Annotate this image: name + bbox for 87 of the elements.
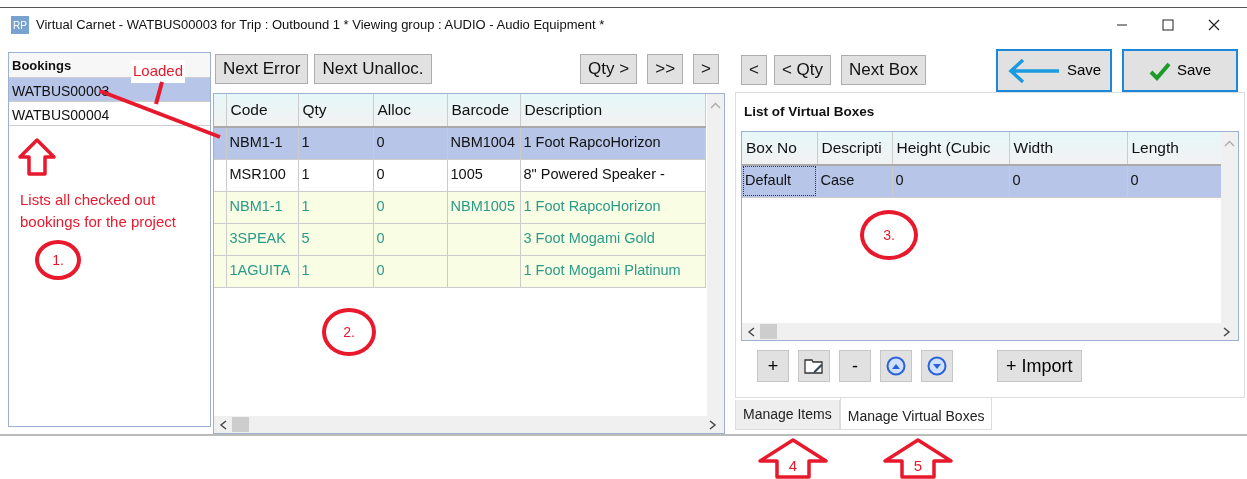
- table-cell: 1: [298, 127, 373, 159]
- table-cell: NBM1005: [447, 191, 520, 223]
- table-cell: Default: [742, 165, 817, 197]
- up-arrow-icon: [882, 437, 954, 479]
- scroll-left-icon: [218, 418, 228, 431]
- table-cell: 1 Foot RapcoHorizon: [520, 127, 705, 159]
- table-cell: 8" Powered Speaker -: [520, 159, 705, 191]
- toolbar-button[interactable]: [921, 350, 953, 382]
- toolbar-button[interactable]: [798, 350, 830, 382]
- move-down-icon: [927, 356, 947, 376]
- annotation-marker: 3.: [860, 210, 918, 260]
- column-header[interactable]: Barcode: [447, 94, 520, 127]
- annotation-label: Loaded: [131, 60, 186, 83]
- table-cell: 0: [373, 159, 447, 191]
- table-cell: 1: [298, 159, 373, 191]
- toolbar-button[interactable]: >: [693, 54, 719, 84]
- column-header[interactable]: Alloc: [373, 94, 447, 127]
- table-cell: MSR100: [226, 159, 298, 191]
- table-cell: 0: [373, 127, 447, 159]
- table-cell: NBM1004: [447, 127, 520, 159]
- toolbar-button[interactable]: Next Unalloc.: [314, 54, 432, 84]
- toolbar-button[interactable]: < Qty: [773, 55, 832, 85]
- toolbar-button[interactable]: Next Box: [841, 55, 927, 85]
- table-cell: 0: [373, 255, 447, 287]
- table-cell: 0: [373, 191, 447, 223]
- table-cell: 3 Foot Mogami Gold: [520, 223, 705, 255]
- table-cell: NBM1-1: [226, 191, 298, 223]
- table-cell: 1: [298, 191, 373, 223]
- edit-folder-icon: [804, 357, 824, 375]
- toolbar-button[interactable]: >>: [647, 54, 684, 84]
- up-arrow-icon: [17, 137, 57, 177]
- column-header[interactable]: Qty: [298, 94, 373, 127]
- save-button[interactable]: Save: [1122, 49, 1238, 92]
- toolbar-button[interactable]: Next Error: [215, 54, 309, 84]
- column-header[interactable]: Description: [520, 94, 705, 127]
- scroll-right-icon: [708, 418, 718, 431]
- horizontal-scrollbar[interactable]: [214, 416, 724, 433]
- table-cell: 1 Foot RapcoHorizon: [520, 191, 705, 223]
- annotation-marker: 1.: [35, 240, 81, 280]
- back-arrow-icon: [1006, 57, 1061, 84]
- up-arrow-icon: [757, 437, 829, 479]
- scroll-left-icon: [746, 325, 756, 338]
- tab[interactable]: Manage Items: [735, 400, 840, 430]
- column-header[interactable]: Height (Cubic: [892, 132, 1009, 165]
- toolbar-button[interactable]: <: [741, 55, 767, 85]
- toolbar-button[interactable]: Qty >: [580, 54, 638, 84]
- tab[interactable]: Manage Virtual Boxes: [839, 398, 993, 430]
- table-cell: 1 Foot Mogami Platinum: [520, 255, 705, 287]
- annotation-marker: 5: [912, 456, 924, 476]
- table-cell: 3SPEAK: [226, 223, 298, 255]
- vertical-scrollbar[interactable]: [707, 94, 724, 416]
- toolbar-button[interactable]: [880, 350, 912, 382]
- column-header[interactable]: Descripti: [817, 132, 892, 165]
- app-logo: RP: [11, 16, 29, 34]
- scrollbar-thumb[interactable]: [760, 324, 777, 339]
- table-cell: 1: [298, 255, 373, 287]
- table-cell: 5: [298, 223, 373, 255]
- column-header[interactable]: Width: [1009, 132, 1127, 165]
- toolbar-button[interactable]: +: [757, 350, 789, 382]
- annotation-marker: 2.: [322, 308, 376, 356]
- save-button[interactable]: Save: [996, 49, 1112, 92]
- close-icon: [1208, 19, 1220, 31]
- table-cell: 0: [1009, 165, 1127, 197]
- table-cell: NBM1-1: [226, 127, 298, 159]
- annotation-marker: 4: [787, 456, 799, 476]
- booking-item[interactable]: WATBUS00004: [9, 102, 210, 126]
- table-cell: 1AGUITA: [226, 255, 298, 287]
- panel-title: List of Virtual Boxes: [743, 103, 876, 121]
- scroll-up-icon: [1224, 140, 1235, 147]
- column-header[interactable]: Box No: [742, 132, 817, 165]
- toolbar-button[interactable]: + Import: [997, 350, 1082, 382]
- maximize-icon: [1162, 19, 1174, 31]
- table-cell: 0: [373, 223, 447, 255]
- annotation-note: Lists all checked out bookings for the project: [20, 190, 177, 232]
- vertical-scrollbar[interactable]: [1221, 132, 1238, 323]
- move-up-icon: [886, 356, 906, 376]
- table-cell: 0: [892, 165, 1009, 197]
- scrollbar-thumb[interactable]: [232, 417, 249, 432]
- checkmark-icon: [1148, 60, 1171, 81]
- window-title: Virtual Carnet - WATBUS00003 for Trip : Outbound 1 * Viewing group : AUDIO - Audio Equipment *: [36, 16, 605, 35]
- horizontal-scrollbar[interactable]: [742, 323, 1238, 340]
- column-header[interactable]: Code: [226, 94, 298, 127]
- toolbar-button[interactable]: -: [839, 350, 871, 382]
- table-cell: 1005: [447, 159, 520, 191]
- scroll-up-icon: [710, 102, 721, 109]
- scroll-right-icon: [1222, 325, 1232, 338]
- table-cell: Case: [817, 165, 892, 197]
